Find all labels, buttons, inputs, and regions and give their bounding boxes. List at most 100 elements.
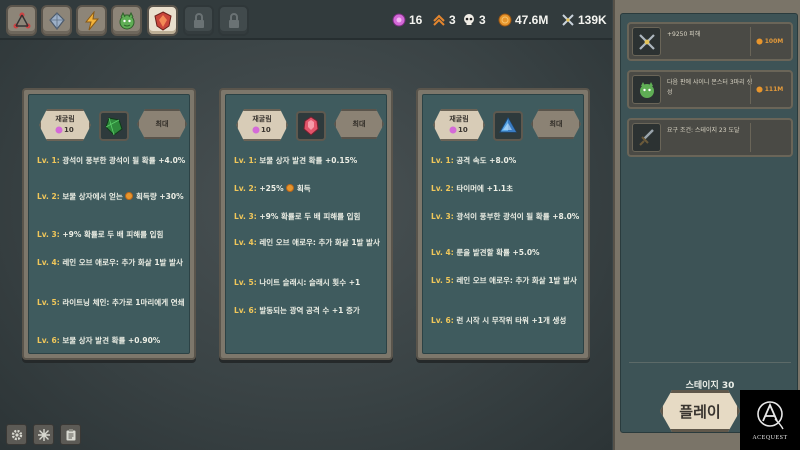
- logo-text: ACEQUEST: [752, 435, 788, 441]
- gold-coin-icon: [286, 184, 295, 192]
- quest-reward-value: 111M: [764, 86, 784, 93]
- quest-item-3[interactable]: 요구 조건: 스테이지 23 도달: [627, 118, 793, 157]
- gem-icon: [48, 11, 65, 30]
- upgrade-card-2: 재굴림 10 최대 Lv. 1: 보물 상자 발견 확률 +0.15% Lv. …: [219, 88, 393, 360]
- crystal-shield-icon: [153, 10, 172, 31]
- lightning-icon: [84, 10, 99, 30]
- effects-button[interactable]: [33, 424, 54, 445]
- max-button[interactable]: 최대: [334, 109, 384, 139]
- quest-reward-value: 100M: [764, 38, 784, 45]
- pink-gem-icon: [392, 13, 406, 27]
- lock-icon: [193, 12, 204, 28]
- skull-icon: [464, 14, 474, 25]
- red-gem-icon: [303, 116, 319, 136]
- reroll-label: 재굴림: [252, 115, 272, 123]
- quest-item-1[interactable]: +9250 피해 100M: [627, 22, 793, 61]
- tab-locked-2[interactable]: [218, 5, 249, 36]
- acequest-logo: ACEQUEST: [740, 390, 800, 450]
- level-6-text: Lv. 6: 보물 상자 발견 확률 +0.90%: [37, 336, 161, 345]
- clipboard-icon: [66, 428, 75, 440]
- quest-panel-body: +9250 피해 100M 다음 판에 샤이니 몬스터 3마리 생성 111M …: [620, 13, 798, 433]
- gems-count: 16: [409, 13, 423, 27]
- card-body: 재굴림 10 최대 Lv. 1: 공격 속도 +8.0% Lv. 2: 타이머에…: [422, 94, 584, 354]
- tab-skill-tree[interactable]: [6, 5, 37, 36]
- resource-power: 139K: [561, 12, 607, 28]
- reroll-cost-value: 10: [458, 126, 468, 134]
- gold-coin-icon: [756, 86, 763, 93]
- quest-icon-frame: [632, 27, 661, 56]
- quest-description: 다음 판에 샤이니 몬스터 3마리 생성: [667, 79, 753, 96]
- quest-reward: 111M: [750, 75, 788, 104]
- reroll-button[interactable]: 재굴림 10: [433, 109, 485, 141]
- green-monster-icon: [639, 81, 654, 98]
- rank-count: 3: [449, 13, 456, 27]
- pink-gem-icon: [252, 126, 260, 134]
- card-icon-frame: [493, 111, 523, 141]
- dragon-icon: [119, 11, 134, 29]
- level-3-text: Lv. 3: +9% 확률로 두 배 피해를 입힘: [234, 212, 361, 221]
- tab-runes[interactable]: [147, 5, 178, 36]
- quest-icon-frame: [632, 123, 661, 152]
- nodes-icon: [13, 12, 30, 28]
- sword-crossed-icon: [562, 14, 574, 26]
- acequest-emblem-icon: [757, 401, 784, 430]
- quest-description: +9250 피해: [667, 31, 701, 38]
- level-6-text: Lv. 6: 런 시작 시 무작위 타워 +1개 생성: [431, 316, 567, 325]
- level-5-text: Lv. 5: 레인 오브 애로우: 추가 화살 1발 발사: [431, 276, 577, 285]
- rank-chevron-icon: [433, 14, 445, 26]
- blue-pyramid-icon: [499, 116, 517, 133]
- stage-divider: [629, 362, 791, 363]
- level-1-text: Lv. 1: 광석이 풍부한 광석이 될 확률 +4.0%: [37, 156, 186, 165]
- max-button[interactable]: 최대: [531, 109, 581, 139]
- level-1-text: Lv. 1: 보물 상자 발견 확률 +0.15%: [234, 156, 358, 165]
- settings-button[interactable]: [6, 424, 27, 445]
- reroll-cost-value: 10: [64, 126, 74, 134]
- tab-monsters[interactable]: [111, 5, 142, 36]
- resource-gems: 16: [392, 12, 422, 28]
- level-2-text: Lv. 2: +25% 획득: [234, 184, 311, 193]
- pink-gem-icon: [449, 126, 457, 134]
- upgrade-card-1: 재굴림 10 최대 Lv. 1: 광석이 풍부한 광석이 될 확률 +4.0% …: [22, 88, 196, 360]
- reroll-cost: 10: [449, 126, 468, 134]
- level-6-text: Lv. 6: 발동되는 광역 공격 수 +1 증가: [234, 306, 360, 315]
- crossed-swords-icon: [638, 33, 655, 50]
- quest-reward: [750, 123, 788, 152]
- level-4-text: Lv. 4: 레인 오브 애로우: 추가 화살 1발 발사: [234, 238, 380, 247]
- pink-gem-icon: [55, 126, 63, 134]
- level-5-text: Lv. 5: 라이트닝 체인: 추가로 1마리에게 연쇄: [37, 298, 185, 307]
- reroll-button[interactable]: 재굴림 10: [39, 109, 91, 141]
- green-crystal-icon: [105, 117, 123, 136]
- power-count: 139K: [578, 13, 607, 27]
- card-icon-frame: [99, 111, 129, 141]
- reroll-cost-value: 10: [261, 126, 271, 134]
- settings-gear-icon: [11, 429, 22, 440]
- gold-coin-icon: [125, 192, 134, 200]
- reroll-label: 재굴림: [55, 115, 75, 123]
- skulls-count: 3: [479, 13, 486, 27]
- max-button[interactable]: 최대: [137, 109, 187, 139]
- upgrade-card-3: 재굴림 10 최대 Lv. 1: 공격 속도 +8.0% Lv. 2: 타이머에…: [416, 88, 590, 360]
- reroll-button[interactable]: 재굴림 10: [236, 109, 288, 141]
- quest-icon-frame: [632, 75, 661, 104]
- card-icon-frame: [296, 111, 326, 141]
- sword-icon: [638, 128, 654, 146]
- gold-coin-icon: [756, 38, 763, 45]
- level-5-text: Lv. 5: 나이트 슬래시: 슬래시 횟수 +1: [234, 278, 361, 287]
- level-2-text: Lv. 2: 보물 상자에서 얻는 획득량 +30%: [37, 192, 184, 201]
- reroll-label: 재굴림: [449, 115, 469, 123]
- log-button[interactable]: [60, 424, 81, 445]
- tab-lightning[interactable]: [76, 5, 107, 36]
- tab-locked-1[interactable]: [183, 5, 214, 36]
- quest-description: 요구 조건: 스테이지 23 도달: [667, 127, 740, 134]
- snowflake-icon: [37, 428, 50, 441]
- resource-gold: 47.6M: [498, 12, 548, 28]
- gold-coin-icon: [498, 13, 512, 27]
- play-button[interactable]: 플레이: [660, 390, 740, 432]
- level-2-text: Lv. 2: 타이머에 +1.1초: [431, 184, 514, 193]
- tab-gems[interactable]: [41, 5, 72, 36]
- top-bar: 16 3 3 47.6M 139K: [0, 0, 612, 40]
- level-3-text: Lv. 3: 광석이 풍부한 광석이 될 확률 +8.0%: [431, 212, 580, 221]
- lock-icon: [228, 12, 239, 28]
- level-3-text: Lv. 3: +9% 확률로 두 배 피해를 입힘: [37, 230, 164, 239]
- quest-item-2[interactable]: 다음 판에 샤이니 몬스터 3마리 생성 111M: [627, 70, 793, 109]
